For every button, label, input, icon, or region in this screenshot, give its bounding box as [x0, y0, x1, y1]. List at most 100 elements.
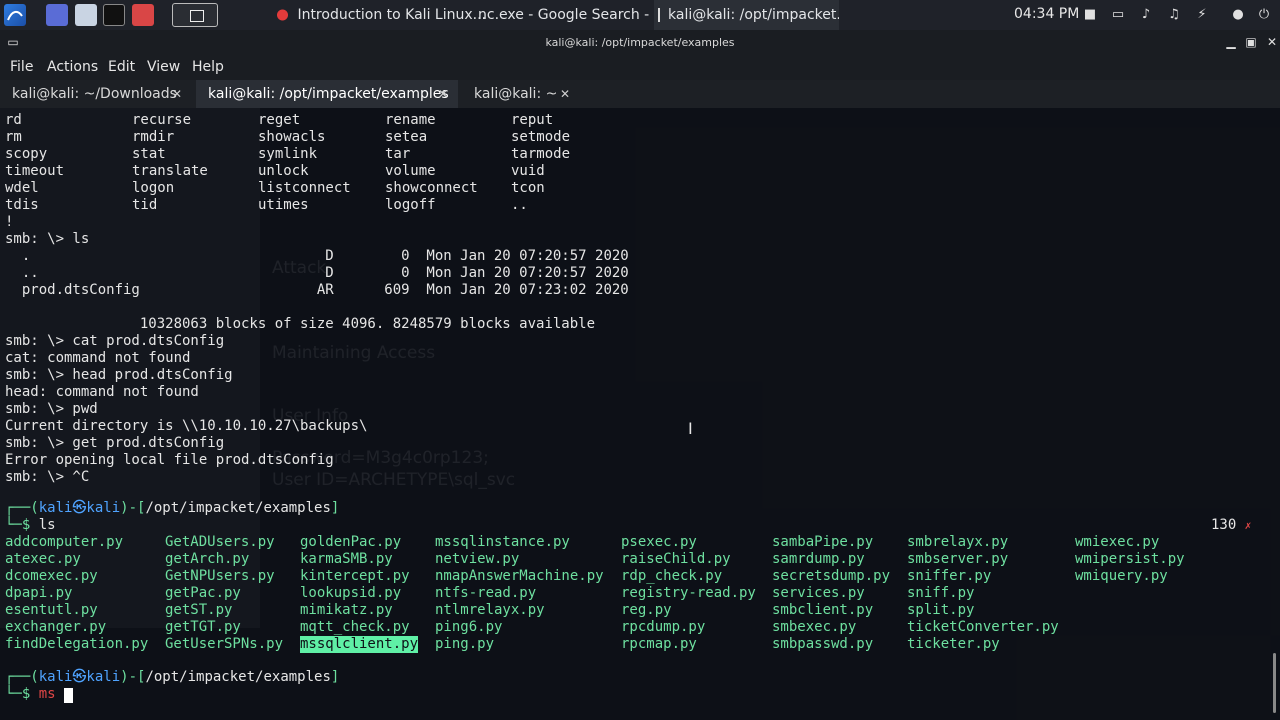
ls-file-entry: mimikatz.py: [300, 602, 393, 618]
scrollbar[interactable]: [1273, 653, 1276, 713]
tab-home[interactable]: kali@kali: ~ ✕: [462, 80, 580, 108]
ls-file-entry: reg.py: [621, 602, 672, 618]
ls-file-entry: smbclient.py: [772, 602, 874, 618]
menu-bar: File Actions Edit View Help: [0, 56, 1280, 80]
camera-icon[interactable]: ■: [1082, 7, 1098, 23]
close-icon[interactable]: ✕: [1265, 35, 1279, 49]
ls-file-entry: sniff.py: [907, 585, 975, 601]
exit-code: 130 ✗: [1211, 517, 1252, 533]
window-titlebar: ▭ kali@kali: /opt/impacket/examples ▁ ▣ …: [0, 30, 1280, 56]
help-command: stat: [132, 146, 166, 162]
maximize-icon[interactable]: ▣: [1244, 35, 1258, 49]
tab-close-icon[interactable]: ✕: [560, 87, 570, 101]
ls-file-entry: smbpasswd.py: [772, 636, 874, 652]
help-command: tdis: [5, 197, 39, 213]
lock-icon[interactable]: ●: [1230, 7, 1246, 23]
task-item-browser-2[interactable]: nc.exe - Google Search - ...: [470, 0, 655, 30]
ls-file-entry: wmiexec.py: [1075, 534, 1160, 550]
task-item-terminal[interactable]: kali@kali: /opt/impacket...: [654, 0, 839, 30]
ls-file-entry: psexec.py: [621, 534, 697, 550]
terminal-line: prod.dtsConfig AR 609 Mon Jan 20 07:23:0…: [5, 282, 629, 298]
cherry-icon: [276, 8, 290, 22]
command-line: └─$ ls: [5, 517, 56, 533]
task-label: nc.exe - Google Search - ...: [478, 7, 655, 23]
help-command: vuid: [511, 163, 545, 179]
help-command: utimes: [258, 197, 309, 213]
terminal-line: head: command not found: [5, 384, 199, 400]
help-command: setmode: [511, 129, 571, 145]
ls-file-entry: lookupsid.py: [300, 585, 402, 601]
terminal-line: smb: \> head prod.dtsConfig: [5, 367, 233, 383]
ls-file-entry: atexec.py: [5, 551, 81, 567]
terminal-line: 10328063 blocks of size 4096. 8248579 bl…: [5, 316, 596, 332]
menu-file[interactable]: File: [10, 59, 33, 75]
tab-close-icon[interactable]: ✕: [172, 87, 182, 101]
terminal-output[interactable]: Attack Maintaining Access User Info Pass…: [0, 108, 1280, 720]
tab-impacket-examples[interactable]: kali@kali: /opt/impacket/examples ✕: [196, 80, 458, 108]
input-line[interactable]: └─$ ms: [5, 686, 56, 703]
ls-file-entry: secretsdump.py: [772, 568, 891, 584]
ls-file-entry: services.py: [772, 585, 865, 601]
tab-label: kali@kali: ~: [474, 86, 558, 102]
help-command: setea: [385, 129, 428, 145]
ls-file-entry: ping6.py: [435, 619, 503, 635]
help-command: recurse: [132, 112, 192, 128]
terminal-icon: [658, 8, 660, 22]
notification-bell-icon[interactable]: ♫: [1166, 7, 1182, 23]
help-command: unlock: [258, 163, 309, 179]
tab-close-icon[interactable]: ✕: [438, 87, 448, 101]
task-item-browser-1[interactable]: Introduction to Kali Linux...: [276, 0, 486, 30]
display-icon[interactable]: ▭: [1110, 7, 1126, 23]
help-command: translate: [132, 163, 208, 179]
terminal-line: Error opening local file prod.dtsConfig: [5, 452, 334, 468]
help-command: timeout: [5, 163, 65, 179]
browser-launcher-icon[interactable]: [132, 4, 154, 26]
kali-menu-icon[interactable]: [4, 4, 26, 26]
ls-file-entry: getTGT.py: [165, 619, 241, 635]
terminal-line: cat: command not found: [5, 350, 191, 366]
ls-file-entry: ticketer.py: [907, 636, 1000, 652]
ls-file-entry: wmipersist.py: [1075, 551, 1185, 567]
ls-file-entry: mqtt_check.py: [300, 619, 410, 635]
help-command: ..: [511, 197, 528, 213]
ls-file-entry: samrdump.py: [772, 551, 865, 567]
terminal-line: smb: \> ls: [5, 231, 90, 247]
terminal-line: smb: \> pwd: [5, 401, 98, 417]
help-command: scopy: [5, 146, 48, 162]
menu-help[interactable]: Help: [192, 59, 224, 75]
help-command: showconnect: [385, 180, 478, 196]
ls-file-entry: getPac.py: [165, 585, 241, 601]
terminal-launcher-icon[interactable]: [103, 4, 125, 26]
ls-file-entry: kintercept.py: [300, 568, 410, 584]
menu-edit[interactable]: Edit: [108, 59, 135, 75]
ls-file-entry: split.py: [907, 602, 975, 618]
tab-label: kali@kali: ~/Downloads: [12, 86, 177, 102]
file-manager-icon[interactable]: [75, 4, 97, 26]
ls-file-entry: GetNPUsers.py: [165, 568, 275, 584]
ls-file-entry: karmaSMB.py: [300, 551, 393, 567]
tab-downloads[interactable]: kali@kali: ~/Downloads ✕: [0, 80, 192, 108]
active-terminal-icon[interactable]: [172, 3, 218, 27]
help-command: logon: [132, 180, 175, 196]
help-command: wdel: [5, 180, 39, 196]
clock[interactable]: 04:34 PM: [1014, 6, 1079, 22]
ls-file-entry: netview.py: [435, 551, 520, 567]
help-command: logoff: [385, 197, 436, 213]
window-title: kali@kali: /opt/impacket/examples: [545, 36, 735, 49]
power-icon[interactable]: ⏻: [1256, 7, 1272, 23]
menu-view[interactable]: View: [147, 59, 180, 75]
help-command: tcon: [511, 180, 545, 196]
minimize-icon[interactable]: ▁: [1224, 35, 1238, 49]
volume-icon[interactable]: ♪: [1138, 7, 1154, 23]
help-command: showacls: [258, 129, 326, 145]
ls-file-entry: ntlmrelayx.py: [435, 602, 545, 618]
help-command: rm: [5, 129, 22, 145]
ls-file-entry: ticketConverter.py: [907, 619, 1059, 635]
workspace-icon[interactable]: [46, 4, 68, 26]
menu-actions[interactable]: Actions: [47, 59, 98, 75]
help-command: listconnect: [258, 180, 351, 196]
ls-file-entry: nmapAnswerMachine.py: [435, 568, 604, 584]
help-command: tar: [385, 146, 411, 162]
prompt-line: ┌──(kali㉿kali)-[/opt/impacket/examples]: [5, 500, 340, 516]
power-manager-icon[interactable]: ⚡: [1194, 7, 1210, 23]
